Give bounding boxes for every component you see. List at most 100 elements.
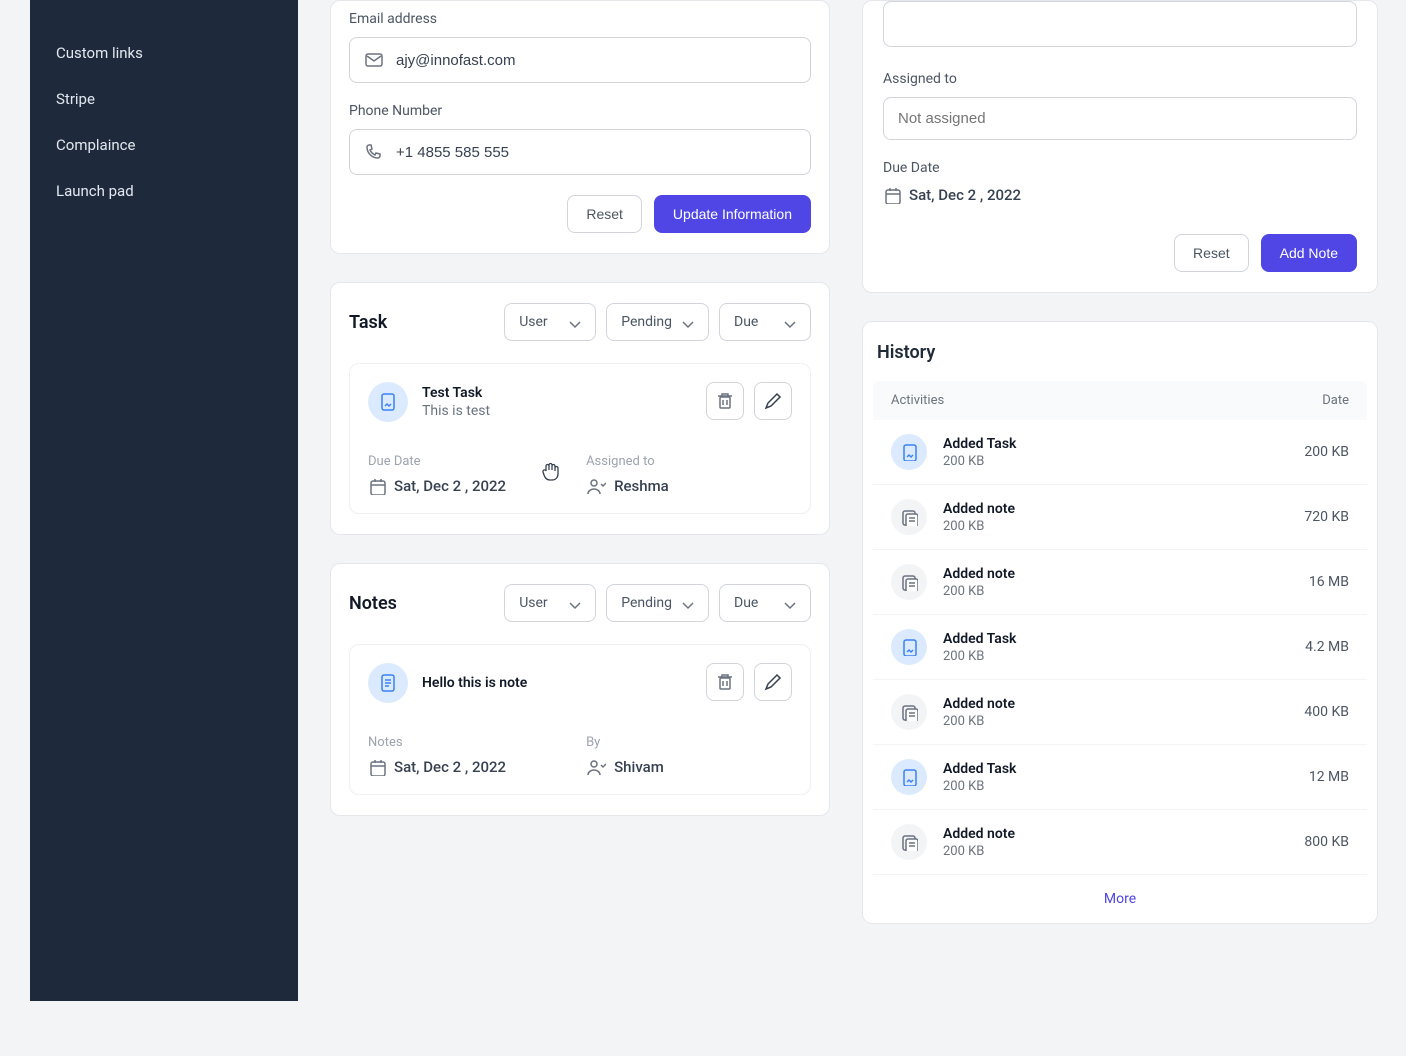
- history-row-title: Added Task: [943, 436, 1016, 452]
- note-text-input[interactable]: [883, 1, 1357, 47]
- email-input[interactable]: [396, 52, 796, 69]
- task-assigned-label: Assigned to: [586, 454, 669, 469]
- task-filter-due-label: Due: [734, 314, 758, 330]
- history-row-sub: 200 KB: [943, 454, 1016, 469]
- chevron-down-icon: [565, 595, 581, 611]
- history-row-sub: 200 KB: [943, 649, 1016, 664]
- notes-filter-status[interactable]: Pending: [606, 584, 709, 622]
- note-notes-label: Notes: [368, 735, 506, 750]
- notes-filter-status-label: Pending: [621, 595, 672, 611]
- reset-button[interactable]: Reset: [567, 195, 642, 233]
- calendar-icon: [883, 186, 901, 204]
- history-row-size: 200 KB: [1304, 444, 1349, 460]
- notes-filter-due[interactable]: Due: [719, 584, 811, 622]
- history-row[interactable]: Added note200 KB720 KB: [873, 485, 1367, 550]
- pencil-icon: [763, 672, 783, 692]
- delete-task-button[interactable]: [706, 382, 744, 420]
- notes-icon: [891, 499, 927, 535]
- history-row-size: 400 KB: [1304, 704, 1349, 720]
- history-title: History: [873, 342, 1367, 381]
- task-filter-status[interactable]: Pending: [606, 303, 709, 341]
- history-row-sub: 200 KB: [943, 714, 1015, 729]
- task-subtitle: This is test: [422, 403, 490, 419]
- notes-icon: [891, 824, 927, 860]
- chevron-down-icon: [780, 314, 796, 330]
- assigned-to-input[interactable]: [883, 97, 1357, 140]
- due-date-value: Sat, Dec 2 , 2022: [883, 186, 1357, 204]
- phone-icon: [364, 142, 384, 162]
- history-row[interactable]: Added note200 KB400 KB: [873, 680, 1367, 745]
- history-row[interactable]: Added note200 KB16 MB: [873, 550, 1367, 615]
- document-icon: [368, 382, 408, 422]
- email-label: Email address: [349, 11, 811, 27]
- calendar-icon: [368, 477, 386, 495]
- update-info-button[interactable]: Update Information: [654, 195, 811, 233]
- note-notes-value: Sat, Dec 2 , 2022: [368, 758, 506, 776]
- history-row-sub: 200 KB: [943, 779, 1016, 794]
- user-check-icon: [586, 477, 606, 495]
- task-due-label: Due Date: [368, 454, 506, 469]
- due-date-label: Due Date: [883, 160, 1357, 176]
- contact-form-card: Email address Phone Number Reset Update …: [330, 0, 830, 254]
- note-by-value: Shivam: [586, 758, 664, 776]
- history-col-date: Date: [1322, 393, 1349, 408]
- task-card: Task User Pending Due: [330, 282, 830, 535]
- task-filter-due[interactable]: Due: [719, 303, 811, 341]
- history-row-size: 720 KB: [1304, 509, 1349, 525]
- history-row-size: 16 MB: [1309, 574, 1349, 590]
- history-row[interactable]: Added Task 200 KB 4.2 MB: [873, 615, 1367, 680]
- task-filter-status-label: Pending: [621, 314, 672, 330]
- history-more-link[interactable]: More: [873, 875, 1367, 923]
- phone-input-wrapper[interactable]: [349, 129, 811, 175]
- add-note-card: Assigned to Due Date Sat, Dec 2 , 2022 R…: [862, 0, 1378, 293]
- history-row-title: Added note: [943, 501, 1015, 517]
- notes-filter-user-label: User: [519, 595, 547, 611]
- user-check-icon: [586, 758, 606, 776]
- task-due-value: Sat, Dec 2 , 2022: [368, 477, 506, 495]
- history-row-title: Added Task: [943, 631, 1016, 647]
- task-assigned-value: Reshma: [586, 477, 669, 495]
- history-col-activities: Activities: [891, 393, 944, 408]
- edit-task-button[interactable]: [754, 382, 792, 420]
- document-icon: [891, 434, 927, 470]
- chevron-down-icon: [780, 595, 796, 611]
- trash-icon: [715, 672, 735, 692]
- sidebar-item-launch-pad[interactable]: Launch pad: [30, 168, 298, 214]
- history-row[interactable]: Added Task 200 KB 200 KB: [873, 420, 1367, 485]
- task-filter-user[interactable]: User: [504, 303, 596, 341]
- add-note-button[interactable]: Add Note: [1261, 234, 1357, 272]
- document-icon: [891, 629, 927, 665]
- note-item[interactable]: Hello this is note Notes: [349, 644, 811, 795]
- sidebar-item-custom-links[interactable]: Custom links: [30, 30, 298, 76]
- history-row-sub: 200 KB: [943, 584, 1015, 599]
- task-item[interactable]: Test Task This is test Due Date: [349, 363, 811, 514]
- task-section-title: Task: [349, 312, 387, 333]
- history-row-size: 12 MB: [1309, 769, 1349, 785]
- reset-note-button[interactable]: Reset: [1174, 234, 1249, 272]
- sidebar: Custom links Stripe Complaince Launch pa…: [30, 0, 298, 1001]
- edit-note-button[interactable]: [754, 663, 792, 701]
- phone-input[interactable]: [396, 144, 796, 161]
- chevron-down-icon: [565, 314, 581, 330]
- chevron-down-icon: [678, 314, 694, 330]
- history-row[interactable]: Added note200 KB800 KB: [873, 810, 1367, 875]
- phone-label: Phone Number: [349, 103, 811, 119]
- history-row[interactable]: Added Task200 KB12 MB: [873, 745, 1367, 810]
- calendar-icon: [368, 758, 386, 776]
- notes-card: Notes User Pending Due: [330, 563, 830, 816]
- notes-section-title: Notes: [349, 593, 397, 614]
- email-input-wrapper[interactable]: [349, 37, 811, 83]
- chevron-down-icon: [678, 595, 694, 611]
- sidebar-item-compliance[interactable]: Complaince: [30, 122, 298, 168]
- sidebar-item-stripe[interactable]: Stripe: [30, 76, 298, 122]
- pencil-icon: [763, 391, 783, 411]
- history-row-size: 4.2 MB: [1305, 639, 1349, 655]
- notes-icon: [891, 564, 927, 600]
- task-filter-user-label: User: [519, 314, 547, 330]
- note-by-label: By: [586, 735, 664, 750]
- delete-note-button[interactable]: [706, 663, 744, 701]
- note-title: Hello this is note: [422, 675, 527, 691]
- history-row-title: Added note: [943, 826, 1015, 842]
- file-icon: [368, 663, 408, 703]
- notes-filter-user[interactable]: User: [504, 584, 596, 622]
